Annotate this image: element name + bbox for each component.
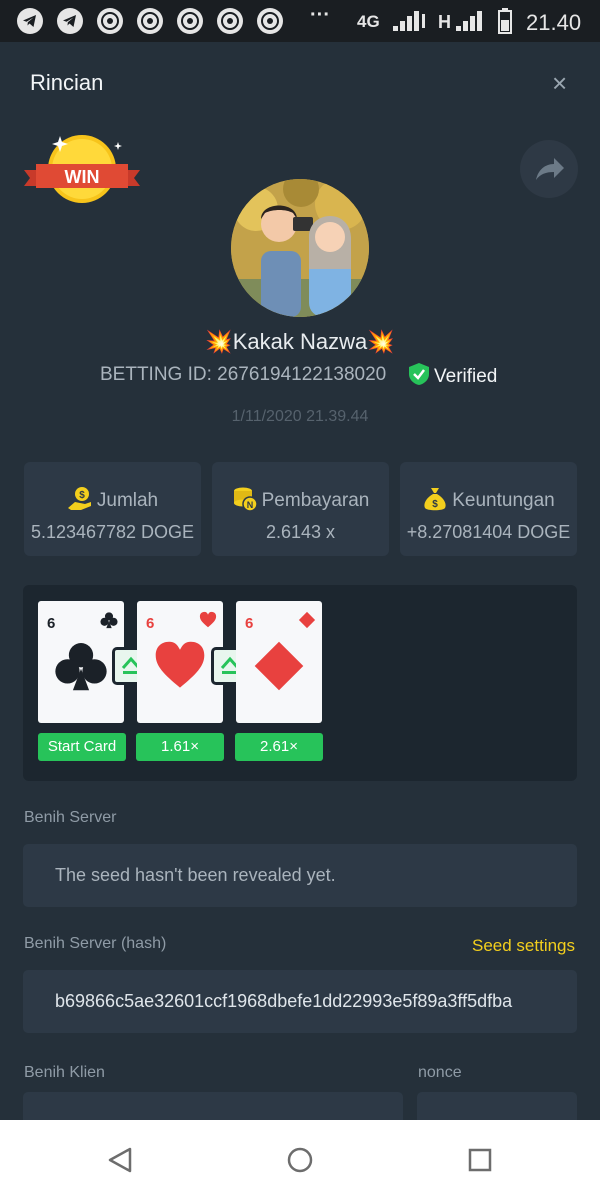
stat-profit: $ Keuntungan +8.27081404 DOGE <box>400 462 577 556</box>
clock: 21.40 <box>526 10 582 35</box>
money-bag-icon: $ <box>424 488 446 511</box>
verified-shield-icon <box>409 363 429 385</box>
client-seed-label: Benih Klien <box>24 1064 105 1081</box>
username: 💥Kakak Nazwa💥 <box>205 329 395 354</box>
server-seed-label: Benih Server <box>24 809 117 826</box>
clubs-icon <box>55 643 107 691</box>
card-label-multiplier: 1.61× <box>136 733 224 761</box>
stat-amount: $ Jumlah 5.123467782 DOGE <box>24 462 201 556</box>
coin-stack-icon: N <box>233 487 258 512</box>
diamonds-icon <box>254 641 304 691</box>
chrome-icon <box>257 8 283 34</box>
card-rank: 6 <box>146 615 155 632</box>
android-navigation-bar <box>0 1120 600 1200</box>
svg-text:$: $ <box>79 490 85 501</box>
avatar <box>231 179 369 317</box>
close-icon[interactable]: × <box>552 68 567 99</box>
stat-profit-label: Keuntungan <box>452 490 555 511</box>
battery-icon <box>498 8 512 34</box>
signal-strength-icon <box>456 11 482 31</box>
svg-text:N: N <box>246 500 253 510</box>
page-title: Rincian <box>30 70 104 95</box>
recent-apps-icon[interactable] <box>467 1147 493 1173</box>
card-rank: 6 <box>245 615 254 632</box>
home-icon[interactable] <box>286 1146 314 1174</box>
seed-settings-link[interactable]: Seed settings <box>472 936 575 956</box>
chrome-icon <box>137 8 163 34</box>
hearts-icon <box>155 641 205 688</box>
server-hash-field[interactable]: b69866c5ae32601ccf1968dbefe1dd22993e5f89… <box>23 970 577 1033</box>
verified-label: Verified <box>434 366 498 387</box>
stat-profit-value: +8.27081404 DOGE <box>406 522 571 542</box>
card-label-start: Start Card <box>38 733 126 761</box>
win-label: WIN <box>65 167 100 187</box>
telegram-icon <box>57 8 83 34</box>
server-hash-label: Benih Server (hash) <box>24 935 167 952</box>
stat-amount-value: 5.123467782 DOGE <box>30 522 195 542</box>
more-notifications-icon: ··· <box>310 4 330 26</box>
stat-payout: N Pembayaran 2.6143 x <box>212 462 389 556</box>
svg-text:$: $ <box>432 499 438 510</box>
hearts-icon <box>199 611 217 628</box>
stat-amount-label: Jumlah <box>96 490 159 511</box>
signal-strength-icon <box>393 11 425 31</box>
hand-coin-icon: $ <box>67 487 91 510</box>
card-rank: 6 <box>47 615 56 632</box>
chrome-icon <box>97 8 123 34</box>
win-badge: WIN <box>24 134 140 208</box>
network-type: 4G <box>357 12 380 31</box>
cards-history-panel: 6 6 6 Start Card 1.61× 2.61× <box>23 585 577 781</box>
client-seed-field[interactable] <box>23 1092 403 1120</box>
server-seed-value: The seed hasn't been revealed yet. <box>55 865 336 885</box>
bet-details-page: Rincian × WIN 💥Kakak Nazwa💥 BETTING ID: … <box>0 42 600 1120</box>
betting-id: BETTING ID: 2676194122138020 <box>100 364 387 385</box>
share-icon <box>536 158 564 180</box>
server-hash-value: b69866c5ae32601ccf1968dbefe1dd22993e5f89… <box>55 991 513 1011</box>
diamonds-icon <box>298 611 316 629</box>
status-bar: ··· 4G H 21.40 <box>0 0 600 42</box>
nonce-field[interactable] <box>417 1092 577 1120</box>
back-icon[interactable] <box>106 1146 134 1174</box>
network-type-2: H <box>438 12 451 32</box>
card-label-multiplier: 2.61× <box>235 733 323 761</box>
playing-card-diamonds: 6 <box>236 601 322 723</box>
bet-timestamp: 1/11/2020 21.39.44 <box>231 408 369 425</box>
stat-payout-label: Pembayaran <box>261 490 370 511</box>
clubs-icon <box>100 612 118 629</box>
nonce-label: nonce <box>418 1064 462 1081</box>
stat-payout-value: 2.6143 x <box>265 522 336 542</box>
telegram-icon <box>17 8 43 34</box>
server-seed-field: The seed hasn't been revealed yet. <box>23 844 577 907</box>
chrome-icon <box>177 8 203 34</box>
chrome-icon <box>217 8 243 34</box>
share-button[interactable] <box>520 140 578 198</box>
